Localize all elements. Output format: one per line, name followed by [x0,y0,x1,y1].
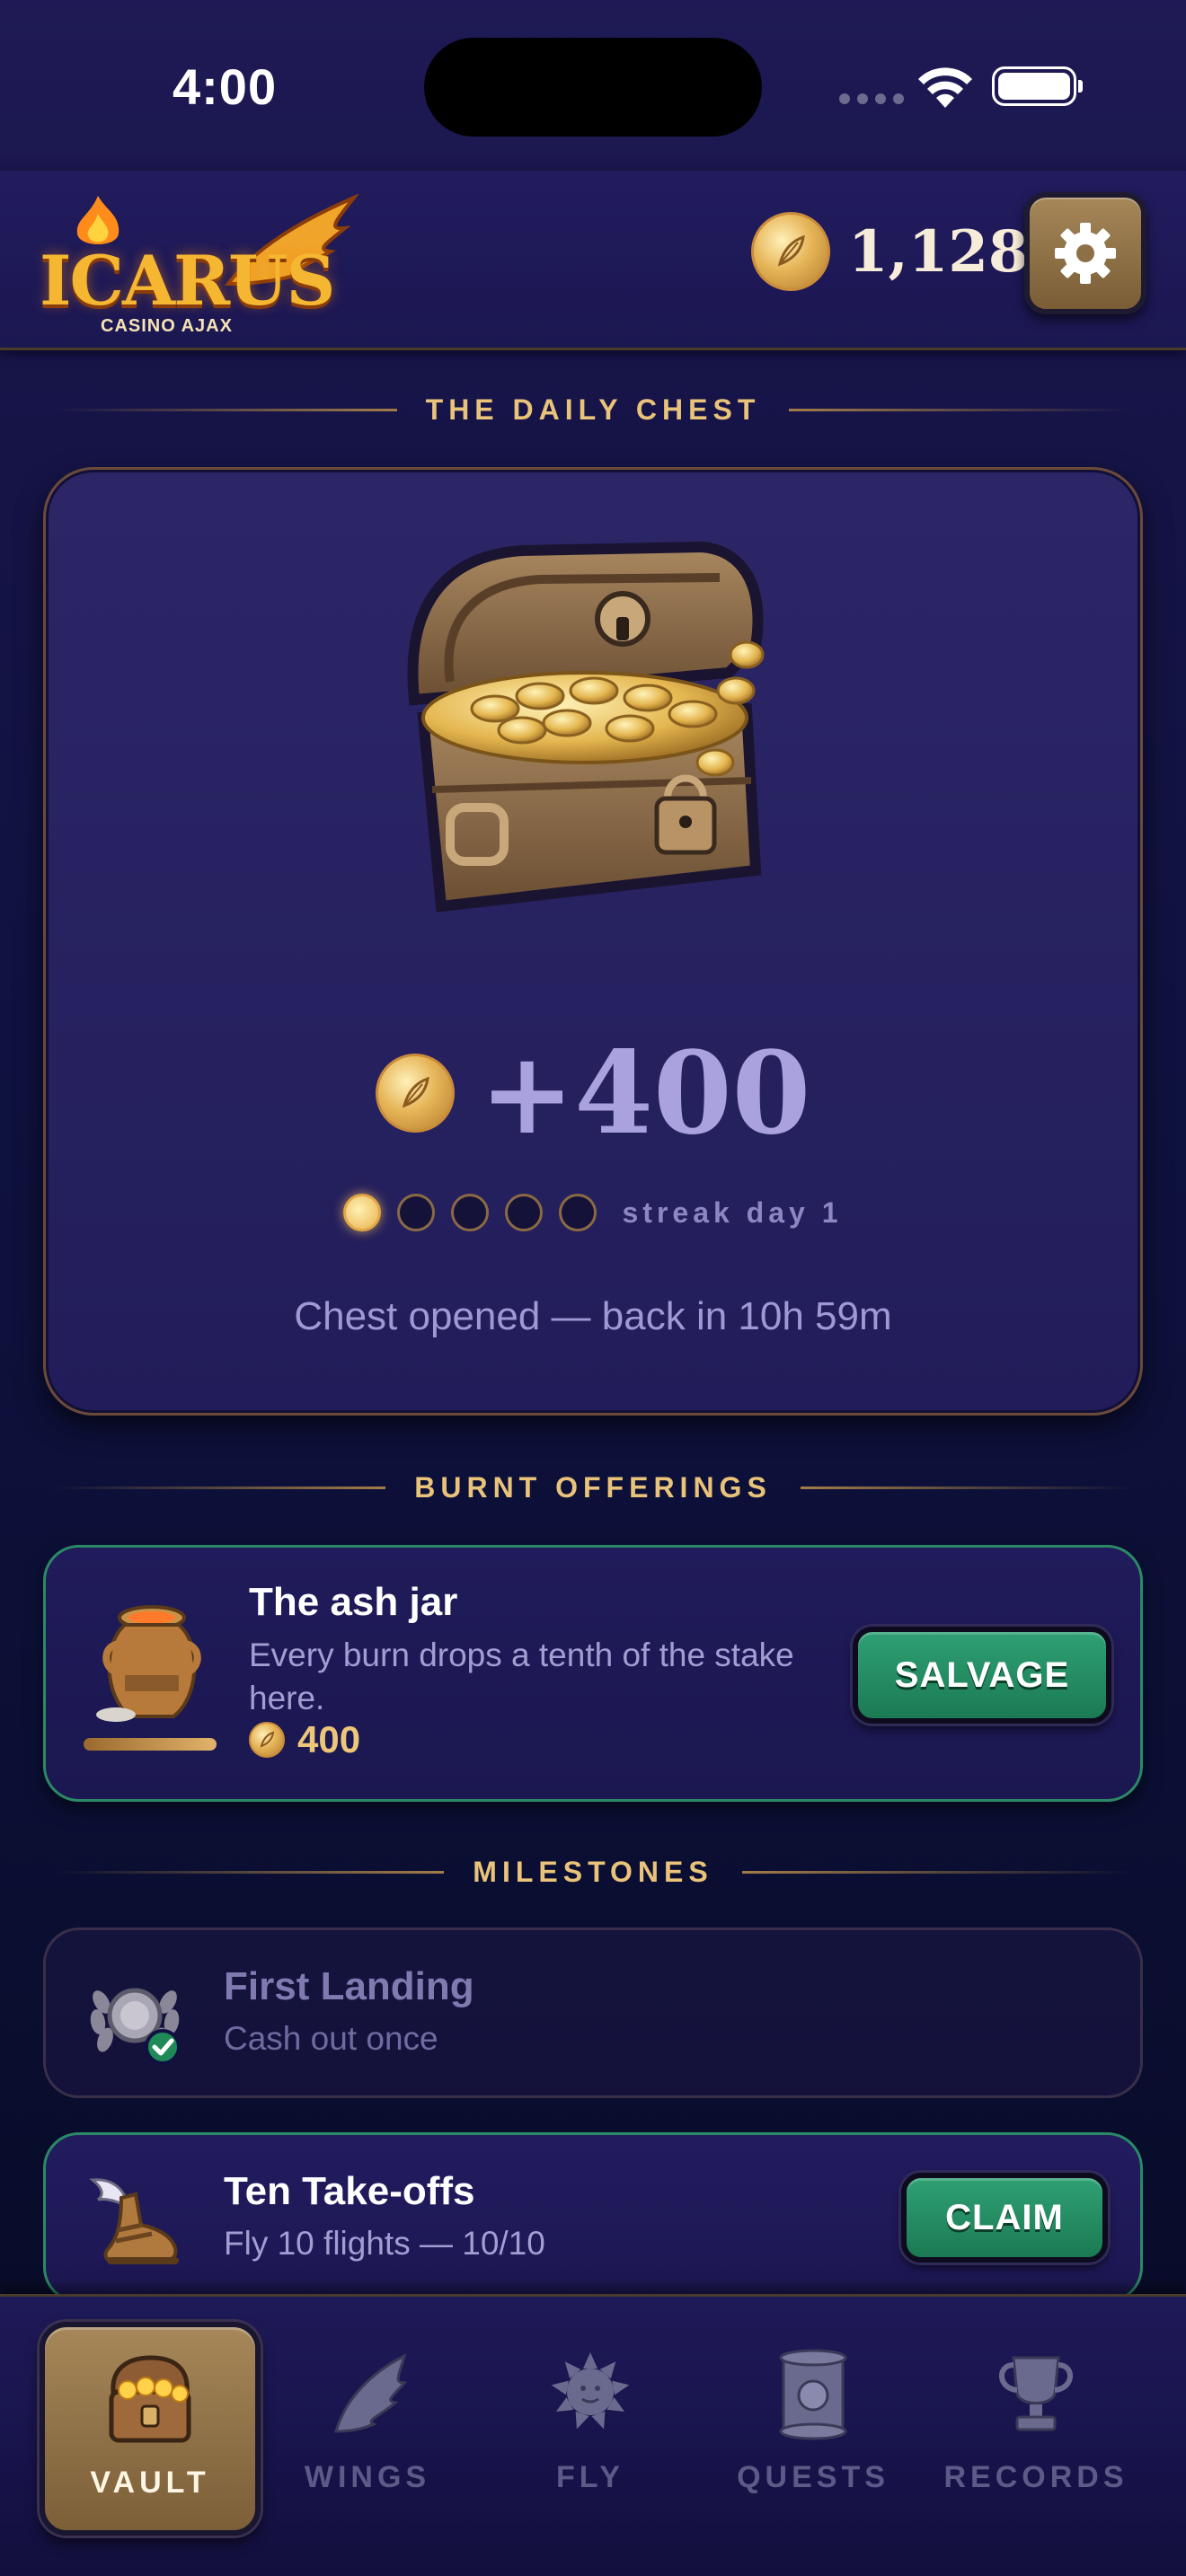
tab-wings[interactable]: WINGS [257,2322,478,2536]
status-time: 4:00 [173,58,278,115]
streak-dot [397,1194,436,1231]
divider [54,408,397,411]
balance-value: 1,128 [848,217,1029,286]
tab-label: FLY [555,2460,625,2494]
streak-dot [343,1194,382,1231]
divider [54,1486,386,1489]
divider [54,1870,445,1874]
milestone-subtitle: Cash out once [224,2020,438,2057]
feather-coin-icon [375,1054,455,1133]
logo-title: ICARUS [40,241,335,321]
tab-label: QUESTS [737,2460,890,2494]
burnt-offerings-heading: BURNT OFFERINGS [414,1470,772,1504]
dynamic-island [424,38,762,137]
scroll-icon [779,2349,847,2440]
reward-row: +400 [46,1027,1140,1160]
tab-label: WINGS [304,2460,431,2494]
bottom-tab-bar: VAULT WINGS FLY QUESTS RECORDS [0,2294,1186,2576]
wing-icon [334,2353,408,2433]
feather-coin-icon [249,1722,285,1758]
tab-records[interactable]: RECORDS [925,2322,1146,2536]
daily-chest-heading: THE DAILY CHEST [425,393,761,426]
battery-icon [992,66,1083,106]
chest-status-text: Chest opened — back in 10h 59m [294,1294,892,1338]
tab-vault[interactable]: VAULT [40,2322,261,2536]
treasure-chest-icon [407,541,765,913]
status-bar: 4:00 [0,0,1186,171]
ash-jar-icon [96,1605,201,1722]
milestone-title: First Landing [224,1964,474,2008]
winged-sandal-icon [89,2178,179,2264]
laurel-medal-icon [90,1988,181,2065]
milestone-title: Ten Take-offs [224,2169,475,2213]
trophy-icon [999,2356,1073,2431]
tab-fly[interactable]: FLY [480,2322,701,2536]
coin-balance: 1,128 [751,212,1028,291]
milestones-heading: MILESTONES [473,1855,713,1888]
daily-chest-section-title: THE DAILY CHEST [54,392,1132,428]
ash-jar-title: The ash jar [249,1580,458,1624]
cellular-signal-icon [839,93,904,104]
tab-label: VAULT [90,2466,210,2500]
app-header: ICARUS CASINO AJAX 1,128 [0,171,1186,350]
gear-icon [1055,223,1116,284]
settings-button[interactable] [1024,192,1146,314]
salvage-button[interactable]: SALVAGE [853,1627,1111,1724]
logo-subtitle: CASINO AJAX [101,316,233,336]
streak-dot [451,1194,490,1231]
milestones-section-title: MILESTONES [54,1854,1132,1890]
reward-amount: +400 [479,1027,811,1160]
milestone-first-landing: First Landing Cash out once [43,1928,1143,2098]
divider [741,1870,1132,1874]
streak-label: streak day 1 [622,1195,843,1229]
burnt-offerings-section-title: BURNT OFFERINGS [54,1469,1133,1505]
tab-quests[interactable]: QUESTS [703,2322,924,2536]
treasure-chest-icon [109,2355,191,2443]
tab-label: RECORDS [943,2460,1128,2494]
ash-jar-card: The ash jar Every burn drops a tenth of … [43,1545,1143,1802]
daily-chest-card[interactable]: +400 streak day 1 Chest opened — back in… [43,467,1143,1416]
ash-jar-amount-value: 400 [297,1718,361,1760]
milestone-ten-take-offs: Ten Take-offs Fly 10 flights — 10/10 CLA… [43,2132,1143,2303]
milestone-subtitle: Fly 10 flights — 10/10 [224,2225,545,2262]
sun-icon [551,2352,630,2430]
streak-dot [559,1194,597,1231]
ash-jar-description: Every burn drops a tenth of the stake he… [249,1636,794,1716]
wifi-icon [918,67,972,108]
streak-indicator: streak day 1 [46,1194,1140,1231]
streak-dot [505,1194,544,1231]
feather-coin-icon [751,212,830,291]
divider [800,1486,1133,1489]
divider [789,408,1132,411]
icarus-logo: ICARUS CASINO AJAX [40,187,359,348]
claim-button[interactable]: CLAIM [901,2173,1108,2263]
ash-jar-progress-bar [84,1738,217,1751]
ash-jar-amount: 400 [249,1718,360,1761]
